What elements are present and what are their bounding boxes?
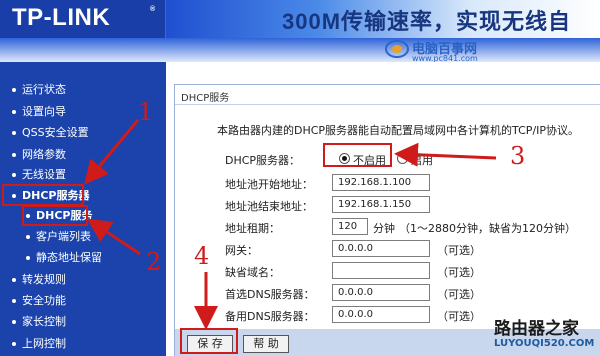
lease-time-input[interactable]: 120 — [332, 218, 368, 235]
tp-link-logo: TP-LINK ® — [0, 0, 166, 38]
sidebar-item-status[interactable]: 运行状态 — [0, 80, 166, 100]
annotation-box-save — [180, 328, 238, 354]
gateway-input[interactable]: 0.0.0.0 — [332, 240, 430, 257]
bullet-icon — [12, 173, 16, 177]
bullet-icon — [12, 278, 16, 282]
sidebar-item-network[interactable]: 网络参数 — [0, 145, 166, 165]
sidebar-item-wireless[interactable]: 无线设置 — [0, 165, 166, 185]
bullet-icon — [12, 153, 16, 157]
site-logo-icon — [385, 40, 409, 58]
sidebar-item-label: 静态地址保留 — [36, 251, 102, 264]
logo-text: TP-LINK — [12, 4, 111, 31]
site-watermark-url: www.pc841.com — [412, 54, 478, 62]
start-address-label: 地址池开始地址： — [225, 178, 313, 191]
annotation-box-disable-radio — [323, 143, 392, 167]
annotation-number-4: 4 — [194, 242, 210, 270]
sidebar-item-security[interactable]: 安全功能 — [0, 291, 166, 311]
radio-enable[interactable] — [397, 153, 408, 164]
sidebar-item-label: 运行状态 — [22, 83, 66, 96]
end-address-input[interactable]: 192.168.1.150 — [332, 196, 430, 213]
secondary-dns-label: 备用DNS服务器： — [225, 310, 315, 323]
secondary-dns-hint: （可选） — [437, 310, 481, 323]
gateway-hint: （可选） — [437, 244, 481, 257]
sidebar-item-client-list[interactable]: 客户端列表 — [0, 227, 166, 247]
sidebar-item-label: 安全功能 — [22, 294, 66, 307]
help-button[interactable]: 帮 助 — [243, 335, 289, 353]
secondary-dns-input[interactable]: 0.0.0.0 — [332, 306, 430, 323]
sidebar-item-label: 家长控制 — [22, 315, 66, 328]
sidebar-item-label: 客户端列表 — [36, 230, 91, 243]
sidebar-item-label: 无线设置 — [22, 168, 66, 181]
bullet-icon — [12, 131, 16, 135]
header-banner: TP-LINK ® 300M传输速率，实现无线自 电脑百事网 www.pc841… — [0, 0, 600, 62]
start-address-input[interactable]: 192.168.1.100 — [332, 174, 430, 191]
dhcp-server-label: DHCP服务器： — [225, 154, 301, 167]
gateway-label: 网关： — [225, 244, 258, 257]
end-address-label: 地址池结束地址： — [225, 200, 313, 213]
annotation-box-dhcp-service — [22, 205, 88, 226]
primary-dns-label: 首选DNS服务器： — [225, 288, 315, 301]
sidebar-item-qss[interactable]: QSS安全设置 — [0, 123, 166, 143]
sidebar-item-access-control[interactable]: 上网控制 — [0, 334, 166, 354]
radio-enable-label: 启用 — [411, 154, 433, 167]
lease-hint: （1～2880分钟，缺省为120分钟） — [399, 222, 576, 235]
sidebar-item-static-reservation[interactable]: 静态地址保留 — [0, 248, 166, 268]
sidebar-item-label: 设置向导 — [22, 105, 66, 118]
luyouqi-watermark: 路由器之家 LUYOUQI520.COM — [494, 314, 600, 356]
sidebar-item-parental-control[interactable]: 家长控制 — [0, 312, 166, 332]
annotation-number-1: 1 — [138, 98, 154, 126]
sidebar-item-label: QSS安全设置 — [22, 126, 89, 139]
lease-time-label: 地址租期： — [225, 222, 280, 235]
bullet-icon — [26, 235, 30, 239]
bullet-icon — [12, 342, 16, 346]
banner-lower-strip — [0, 38, 600, 62]
bullet-icon — [12, 88, 16, 92]
registered-mark: ® — [150, 6, 156, 13]
bullet-icon — [12, 299, 16, 303]
domain-label: 缺省域名： — [225, 266, 280, 279]
sidebar-item-label: 网络参数 — [22, 148, 66, 161]
sidebar-item-label: 上网控制 — [22, 337, 66, 350]
domain-hint: （可选） — [437, 266, 481, 279]
panel-title: DHCP服务 — [181, 93, 230, 104]
sidebar-item-label: 转发规则 — [22, 273, 66, 286]
primary-dns-input[interactable]: 0.0.0.0 — [332, 284, 430, 301]
watermark-title: 路由器之家 — [494, 319, 579, 339]
bullet-icon — [26, 256, 30, 260]
watermark-url: LUYOUQI520.COM — [494, 338, 595, 349]
annotation-number-2: 2 — [146, 248, 162, 276]
annotation-box-dhcp-server — [2, 184, 84, 206]
sidebar-item-forwarding[interactable]: 转发规则 — [0, 270, 166, 290]
primary-dns-hint: （可选） — [437, 288, 481, 301]
banner-slogan: 300M传输速率，实现无线自 — [282, 9, 572, 34]
panel-intro-text: 本路由器内建的DHCP服务器能自动配置局域网中各计算机的TCP/IP协议。 — [217, 124, 580, 137]
bullet-icon — [12, 320, 16, 324]
lease-unit: 分钟 — [373, 222, 395, 235]
domain-input[interactable] — [332, 262, 430, 279]
bullet-icon — [12, 110, 16, 114]
panel-title-bar: DHCP服务 — [175, 85, 600, 105]
annotation-number-3: 3 — [510, 142, 526, 170]
